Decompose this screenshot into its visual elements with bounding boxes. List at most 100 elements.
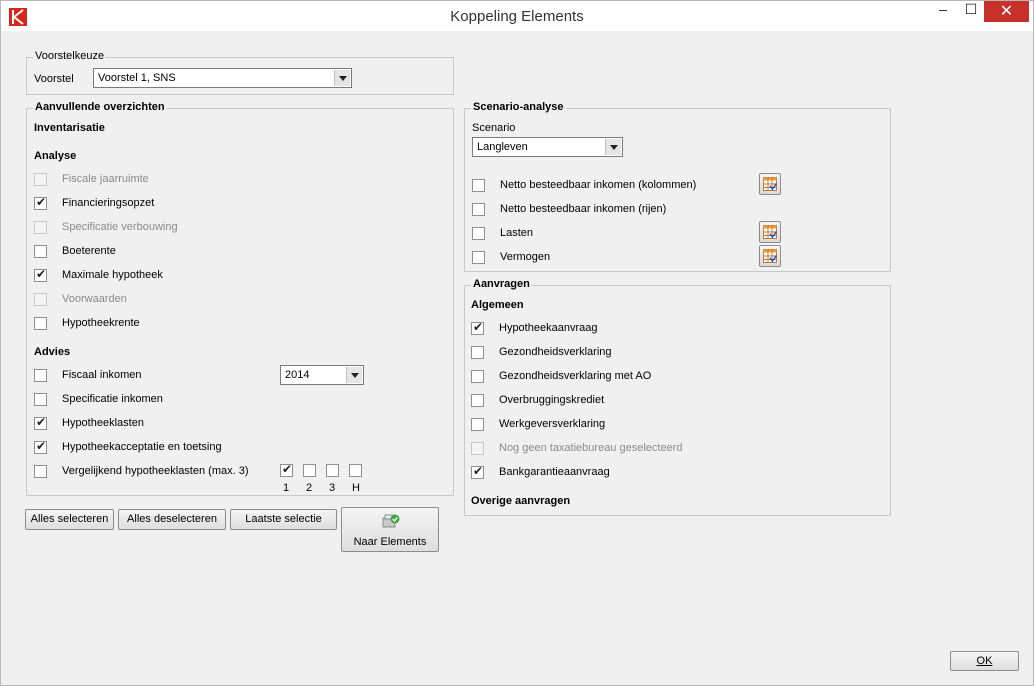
analyse-checkbox	[34, 173, 47, 186]
advies-item-label: Specificatie inkomen	[62, 393, 163, 405]
to-elements-label: Naar Elements	[353, 536, 427, 548]
chevron-down-icon[interactable]	[334, 70, 350, 86]
compare-option-checkbox[interactable]	[349, 464, 362, 477]
aanvragen-checkbox[interactable]	[471, 370, 484, 383]
compare-option-checkbox[interactable]	[303, 464, 316, 477]
voorstel-select[interactable]: Voorstel 1, SNS	[93, 68, 352, 88]
deselect-all-label: Alles deselecteren	[127, 513, 217, 525]
scenario-legend: Scenario-analyse	[471, 101, 566, 113]
analyse-checkbox[interactable]	[34, 245, 47, 258]
scenario-checkbox[interactable]	[472, 251, 485, 264]
aanvragen-item-label: Nog geen taxatiebureau geselecteerd	[499, 442, 683, 454]
inventarisatie-heading[interactable]: Inventarisatie	[34, 122, 105, 134]
overige-aanvragen-heading[interactable]: Overige aanvragen	[471, 495, 570, 507]
scenario-checkbox[interactable]	[472, 179, 485, 192]
deselect-all-button[interactable]: Alles deselecteren	[118, 509, 226, 530]
advies-heading: Advies	[34, 346, 71, 358]
analyse-item-label: Voorwaarden	[62, 293, 127, 305]
aanvragen-item-label: Gezondheidsverklaring	[499, 346, 612, 358]
title-bar[interactable]: Koppeling Elements – ☐ ✕	[1, 1, 1033, 31]
maximize-button[interactable]: ☐	[955, 1, 987, 23]
aanvragen-item-label: Gezondheidsverklaring met AO	[499, 370, 652, 382]
aanvragen-checkbox	[471, 442, 484, 455]
analyse-checkbox	[34, 293, 47, 306]
window-title: Koppeling Elements	[450, 8, 584, 25]
scenario-item-label: Netto besteedbaar inkomen (rijen)	[500, 203, 667, 215]
scenario-checkbox[interactable]	[472, 227, 485, 240]
grid-table-icon	[763, 249, 777, 263]
select-all-button[interactable]: Alles selecteren	[25, 509, 114, 530]
grid-table-icon	[763, 225, 777, 239]
advies-checkbox[interactable]: ✔	[34, 439, 47, 454]
advies-checkbox[interactable]: ✔	[34, 415, 47, 430]
compare-option-label: H	[352, 482, 360, 494]
dialog-window: Koppeling Elements – ☐ ✕ Voorstelkeuze V…	[0, 0, 1034, 686]
compare-option-label: 1	[283, 482, 290, 494]
last-selection-button[interactable]: Laatste selectie	[230, 509, 337, 530]
aanvragen-checkbox[interactable]	[471, 346, 484, 359]
analyse-item-label: Hypotheekrente	[62, 317, 140, 329]
chevron-down-icon[interactable]	[605, 139, 621, 155]
checkmark-icon: ✔	[473, 320, 484, 334]
ok-label: OK	[976, 655, 993, 667]
analyse-item-label: Maximale hypotheek	[62, 269, 163, 281]
advies-checkbox[interactable]	[34, 393, 47, 406]
voorstelkeuze-legend: Voorstelkeuze	[33, 50, 107, 62]
aanvragen-checkbox[interactable]: ✔	[471, 464, 484, 479]
to-elements-button[interactable]: Naar Elements	[341, 507, 439, 552]
compare-option-checkbox[interactable]: ✔	[280, 462, 293, 477]
voorstel-label: Voorstel	[34, 73, 74, 85]
year-select-value: 2014	[285, 369, 310, 381]
advies-checkbox[interactable]	[34, 465, 47, 478]
advies-item-label: Hypotheekacceptatie en toetsing	[62, 441, 222, 453]
advies-item-label: Vergelijkend hypotheeklasten (max. 3)	[62, 465, 249, 477]
advies-item-label: Fiscaal inkomen	[62, 369, 142, 381]
aanvragen-checkbox[interactable]: ✔	[471, 320, 484, 335]
compare-option-label: 2	[306, 482, 313, 494]
checkmark-icon: ✔	[36, 439, 47, 453]
analyse-item-label: Financieringsopzet	[62, 197, 155, 209]
compare-option-checkbox[interactable]	[326, 464, 339, 477]
analyse-checkbox[interactable]: ✔	[34, 267, 47, 282]
checkmark-icon: ✔	[473, 464, 484, 478]
chevron-down-icon[interactable]	[346, 367, 362, 383]
grid-table-button[interactable]	[759, 173, 781, 195]
scenario-item-label: Vermogen	[500, 251, 551, 263]
analyse-heading: Analyse	[34, 150, 77, 162]
grid-table-button[interactable]	[759, 245, 781, 267]
advies-checkbox[interactable]	[34, 369, 47, 382]
elements-export-icon	[382, 514, 400, 528]
aanvragen-item-label: Hypotheekaanvraag	[499, 322, 598, 334]
algemeen-heading: Algemeen	[471, 299, 524, 311]
analyse-item-label: Fiscale jaarruimte	[62, 173, 149, 185]
analyse-checkbox[interactable]: ✔	[34, 195, 47, 210]
aanvragen-checkbox[interactable]	[471, 418, 484, 431]
close-button[interactable]: ✕	[984, 1, 1029, 22]
year-select[interactable]: 2014	[280, 365, 364, 385]
aanvragen-item-label: Bankgarantieaanvraag	[499, 466, 610, 478]
analyse-checkbox[interactable]	[34, 317, 47, 330]
analyse-item-label: Specificatie verbouwing	[62, 221, 178, 233]
aanvragen-legend: Aanvragen	[471, 278, 532, 290]
scenario-item-label: Netto besteedbaar inkomen (kolommen)	[500, 179, 697, 191]
aanvragen-item-label: Overbruggingskrediet	[499, 394, 605, 406]
analyse-item-label: Boeterente	[62, 245, 116, 257]
checkmark-icon: ✔	[36, 267, 47, 281]
advies-item-label: Hypotheeklasten	[62, 417, 144, 429]
voorstel-select-value: Voorstel 1, SNS	[98, 72, 176, 84]
checkmark-icon: ✔	[36, 415, 47, 429]
scenario-item-label: Lasten	[500, 227, 534, 239]
select-all-label: Alles selecteren	[30, 513, 109, 525]
aanvullend-legend: Aanvullende overzichten	[33, 101, 167, 113]
ok-button[interactable]: OK	[950, 651, 1019, 671]
checkmark-icon: ✔	[36, 195, 47, 209]
aanvragen-item-label: Werkgeversverklaring	[499, 418, 606, 430]
grid-table-button[interactable]	[759, 221, 781, 243]
scenario-select[interactable]: Langleven	[472, 137, 623, 157]
last-selection-label: Laatste selectie	[245, 513, 322, 525]
scenario-select-value: Langleven	[477, 141, 528, 153]
compare-option-label: 3	[329, 482, 336, 494]
aanvragen-checkbox[interactable]	[471, 394, 484, 407]
scenario-label: Scenario	[472, 122, 516, 134]
scenario-checkbox[interactable]	[472, 203, 485, 216]
